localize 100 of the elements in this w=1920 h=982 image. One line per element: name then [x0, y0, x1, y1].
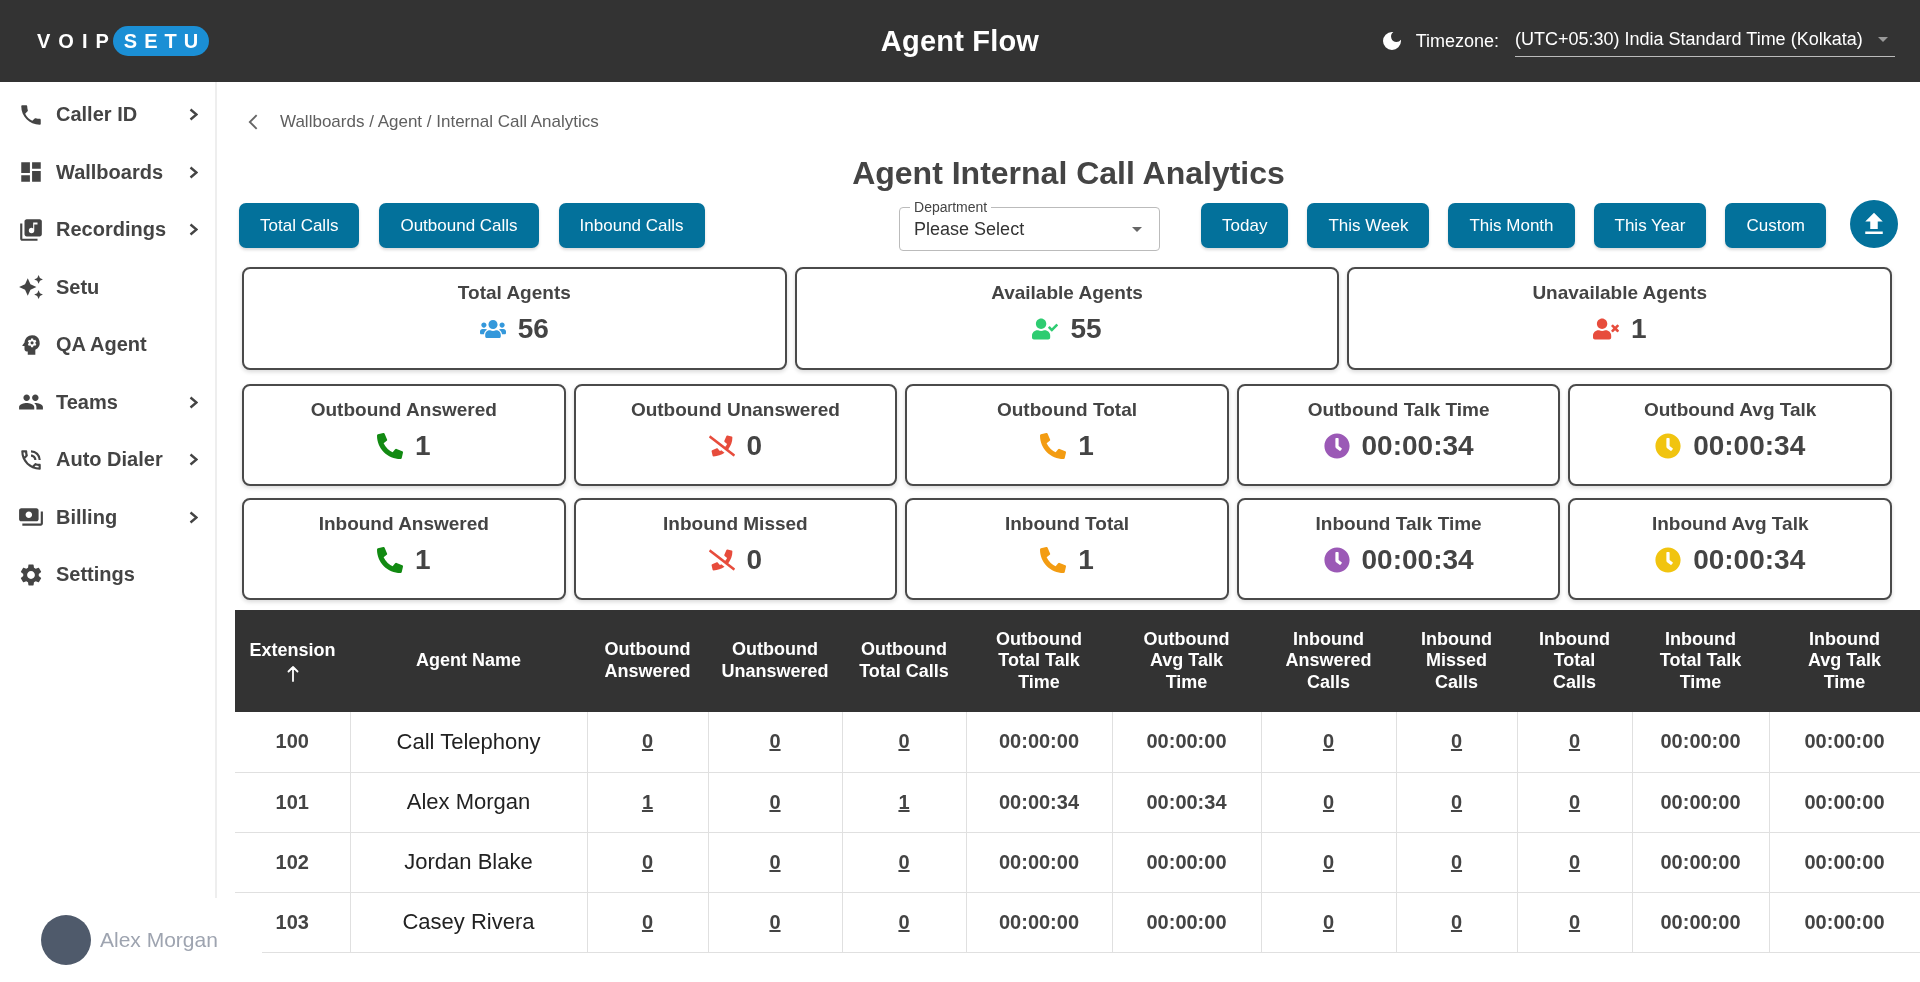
column-header[interactable]: Outbound Total Calls	[842, 610, 966, 712]
period-button[interactable]: This Month	[1448, 203, 1575, 248]
column-header[interactable]: Inbound Total Talk Time	[1632, 610, 1769, 712]
filter-button[interactable]: Outbound Calls	[379, 203, 539, 248]
stat-value: 1	[1078, 430, 1094, 462]
sidebar-item[interactable]: Settings	[0, 546, 215, 604]
stat-title: Inbound Answered	[318, 513, 489, 535]
count-link[interactable]: 0	[1322, 850, 1335, 873]
count-link[interactable]: 0	[1450, 910, 1463, 933]
music-library-icon	[18, 216, 44, 243]
count-link[interactable]: 0	[1568, 910, 1581, 933]
page-title: Agent Internal Call Analytics	[851, 155, 1286, 191]
count-link[interactable]: 0	[1450, 790, 1463, 813]
count-link[interactable]: 0	[769, 790, 781, 813]
period-button[interactable]: This Week	[1307, 203, 1430, 248]
count-link[interactable]: 0	[641, 910, 654, 933]
stat-title: Inbound Total	[1004, 513, 1130, 535]
time-cell: 00:00:00	[1112, 712, 1261, 772]
count-link[interactable]: 0	[1322, 790, 1335, 813]
stat-title: Inbound Avg Talk	[1651, 513, 1809, 535]
stat-value: 00:00:34	[1693, 430, 1806, 462]
stat-title: Available Agents	[991, 282, 1143, 304]
sidebar-item[interactable]: Billing	[0, 488, 215, 546]
filter-button[interactable]: Inbound Calls	[558, 203, 705, 248]
period-button[interactable]: Custom	[1725, 203, 1826, 248]
column-header[interactable]: Outbound Avg Talk Time	[1112, 610, 1261, 712]
count-link[interactable]: 0	[1568, 730, 1581, 753]
time-cell: 00:00:00	[1769, 892, 1920, 952]
column-header[interactable]: Agent Name	[350, 610, 587, 712]
stat-value: 56	[517, 313, 549, 345]
timezone-select[interactable]: (UTC+05:30) India Standard Time (Kolkata)	[1515, 25, 1895, 57]
user-check-icon	[1032, 316, 1059, 342]
agent-name-cell: Call Telephony	[350, 712, 587, 772]
user-name: Alex Morgan	[100, 928, 218, 952]
stat-value: 0	[746, 430, 763, 462]
clock-icon	[1655, 433, 1682, 459]
stat-value: 00:00:34	[1361, 544, 1474, 576]
count-link[interactable]: 0	[1568, 790, 1581, 813]
sidebar-item[interactable]: Caller ID	[0, 86, 215, 144]
extension-cell: 100	[235, 712, 350, 772]
phone-icon	[1040, 547, 1067, 573]
count-link[interactable]: 0	[898, 910, 910, 933]
count-link[interactable]: 0	[769, 730, 781, 753]
upload-button[interactable]	[1850, 200, 1898, 248]
column-header[interactable]: Inbound Total Calls	[1517, 610, 1632, 712]
count-link[interactable]: 1	[641, 790, 654, 813]
stat-title: Outbound Answered	[310, 399, 497, 421]
agent-name-cell: Casey Rivera	[350, 892, 587, 952]
agent-name-cell: Alex Morgan	[350, 772, 587, 832]
sidebar-item[interactable]: Teams	[0, 373, 215, 431]
stat-title: Outbound Talk Time	[1307, 399, 1490, 421]
stat-title: Unavailable Agents	[1532, 282, 1707, 304]
count-link[interactable]: 0	[1322, 910, 1335, 933]
stat-value: 1	[1630, 313, 1647, 345]
time-cell: 00:00:00	[1632, 712, 1769, 772]
column-header[interactable]: Inbound Avg Talk Time	[1769, 610, 1920, 712]
column-header[interactable]: Extension	[235, 610, 350, 712]
stat-value: 00:00:34	[1693, 544, 1806, 576]
column-header[interactable]: Inbound Missed Calls	[1396, 610, 1517, 712]
clock-icon	[1655, 547, 1682, 573]
extension-cell: 102	[235, 832, 350, 892]
timezone-label: Timezone:	[1415, 30, 1499, 52]
time-cell: 00:00:00	[1769, 712, 1920, 772]
time-cell: 00:00:34	[1112, 772, 1261, 832]
column-header[interactable]: Inbound Answered Calls	[1261, 610, 1396, 712]
period-button[interactable]: This Year	[1593, 203, 1707, 248]
time-cell: 00:00:00	[966, 892, 1112, 952]
phone-slash-icon	[708, 433, 735, 459]
time-cell: 00:00:00	[966, 712, 1112, 772]
count-link[interactable]: 1	[898, 790, 910, 813]
period-button[interactable]: Today	[1201, 203, 1289, 248]
sidebar-item[interactable]: Wallboards	[0, 143, 215, 201]
time-cell: 00:00:00	[966, 832, 1112, 892]
sidebar-item[interactable]: Recordings	[0, 201, 215, 259]
count-link[interactable]: 0	[641, 850, 654, 873]
count-link[interactable]: 0	[898, 730, 910, 753]
stat-value: 1	[415, 544, 431, 576]
column-header[interactable]: Outbound Answered	[587, 610, 708, 712]
stat-title: Outbound Avg Talk	[1644, 399, 1817, 421]
sidebar-item[interactable]: Setu	[0, 258, 215, 316]
filter-button[interactable]: Total Calls	[239, 203, 360, 248]
phone-icon	[1040, 433, 1067, 459]
count-link[interactable]: 0	[1450, 850, 1463, 873]
column-header[interactable]: Outbound Unanswered	[708, 610, 842, 712]
count-link[interactable]: 0	[1450, 730, 1463, 753]
stat-value: 55	[1070, 313, 1102, 345]
sidebar-item[interactable]: Auto Dialer	[0, 431, 215, 489]
count-link[interactable]: 0	[769, 910, 781, 933]
count-link[interactable]: 0	[1568, 850, 1581, 873]
count-link[interactable]: 0	[1322, 730, 1335, 753]
count-link[interactable]: 0	[641, 730, 654, 753]
stat-value: 1	[1078, 544, 1094, 576]
count-link[interactable]: 0	[769, 850, 781, 873]
avatar-icon	[41, 915, 91, 965]
stat-title: Inbound Talk Time	[1315, 513, 1482, 535]
sidebar-item[interactable]: QA Agent	[0, 316, 215, 374]
column-header[interactable]: Outbound Total Talk Time	[966, 610, 1112, 712]
count-link[interactable]: 0	[898, 850, 910, 873]
time-cell: 00:00:00	[1632, 772, 1769, 832]
stat-value: 1	[415, 430, 431, 462]
